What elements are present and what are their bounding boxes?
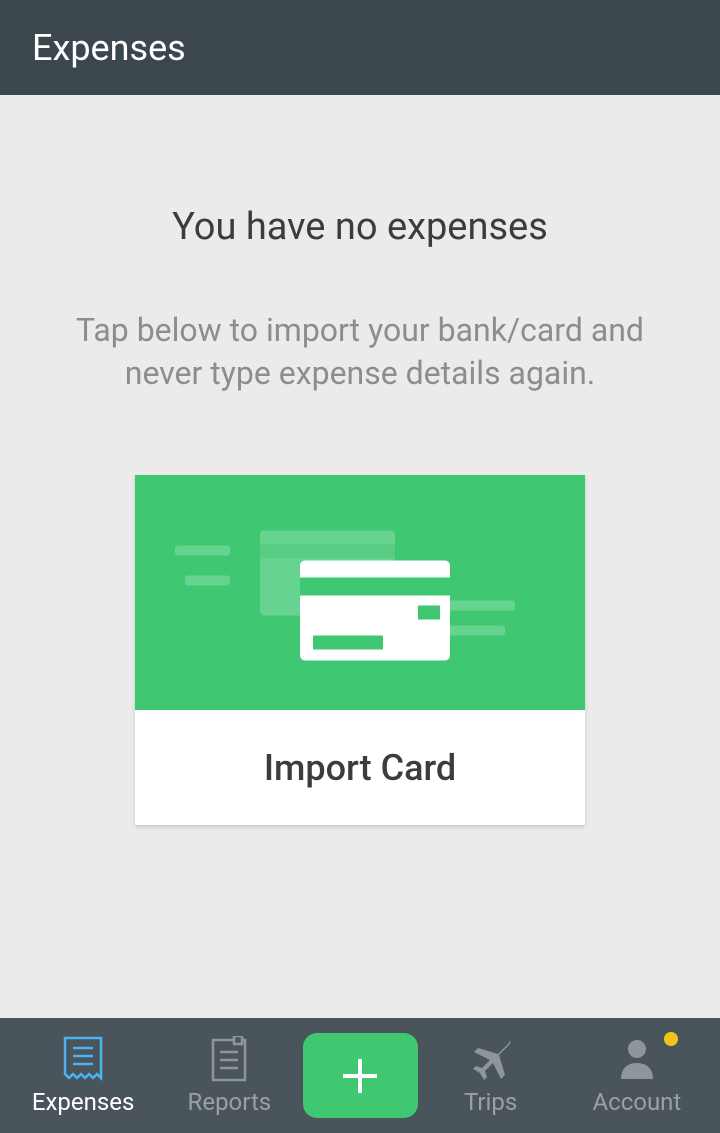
nav-account-label: Account [592, 1088, 681, 1116]
empty-state-subtitle: Tap below to import your bank/card and n… [0, 309, 720, 395]
nav-account[interactable]: Account [564, 1018, 710, 1133]
plus-icon [337, 1053, 383, 1099]
import-card-button[interactable]: Import Card [135, 475, 585, 825]
document-icon [206, 1036, 252, 1082]
import-card-illustration [135, 475, 585, 710]
app-header: Expenses [0, 0, 720, 95]
credit-card-icon [135, 475, 585, 710]
page-title: Expenses [32, 27, 186, 69]
import-card-label: Import Card [264, 747, 456, 789]
bottom-navigation: Expenses Reports Trips [0, 1018, 720, 1133]
notification-badge [664, 1032, 678, 1046]
airplane-icon [468, 1036, 514, 1082]
user-icon [614, 1036, 660, 1082]
nav-reports[interactable]: Reports [156, 1018, 302, 1133]
main-content: You have no expenses Tap below to import… [0, 95, 720, 1018]
receipt-icon [60, 1036, 106, 1082]
nav-expenses[interactable]: Expenses [10, 1018, 156, 1133]
nav-expenses-label: Expenses [32, 1088, 135, 1116]
nav-trips-label: Trips [464, 1088, 517, 1116]
nav-trips[interactable]: Trips [418, 1018, 564, 1133]
nav-add-button[interactable] [303, 1033, 418, 1118]
nav-reports-label: Reports [188, 1088, 272, 1116]
empty-state-title: You have no expenses [172, 205, 548, 249]
import-card-label-container: Import Card [135, 710, 585, 825]
